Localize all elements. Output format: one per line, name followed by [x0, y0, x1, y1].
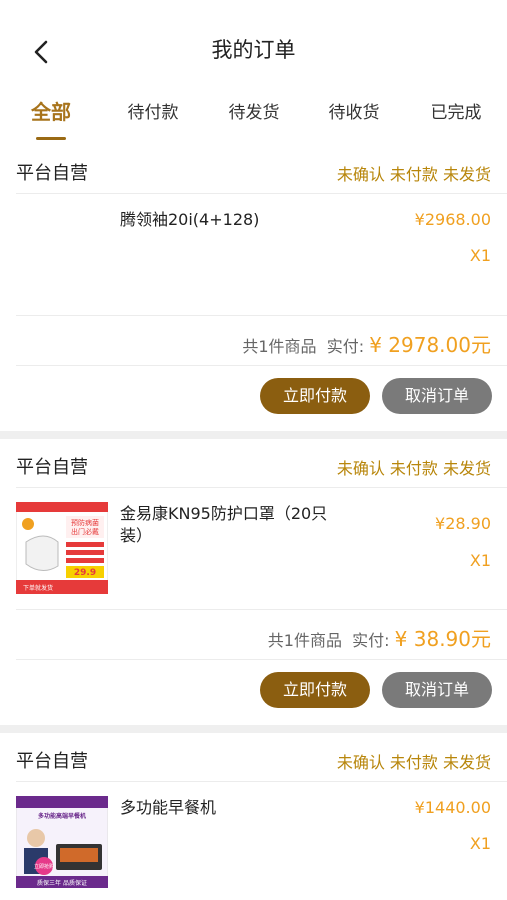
- thumb-text-bottom: 下单就发货: [23, 584, 53, 592]
- product-quantity: X1: [469, 834, 491, 853]
- cancel-order-button[interactable]: 取消订单: [382, 672, 492, 708]
- order-tabs: 全部 待付款 待发货 待收货 已完成: [0, 92, 507, 144]
- item-count: 共1件商品: [267, 631, 342, 650]
- product-name[interactable]: 金易康KN95防护口罩（20只装）: [120, 503, 340, 547]
- product-thumbnail-mask[interactable]: 预防病菌 出门必戴 29.9 下单就发货: [15, 501, 109, 595]
- divider: [16, 193, 507, 194]
- paid-amount: ¥ 38.90元: [394, 627, 491, 651]
- order-summary: 共1件商品 实付: ¥ 2978.00元: [242, 329, 491, 358]
- shop-name: 平台自营: [16, 457, 88, 478]
- thumb-price: 29.9: [74, 568, 96, 578]
- thumb-text-top: 预防病菌: [71, 518, 99, 527]
- navigation-bar: 我的订单: [0, 0, 507, 100]
- tab-all[interactable]: 全部: [6, 96, 96, 125]
- order-card[interactable]: 平台自营 未确认 未付款 未发货 多功能高端早餐机 立即抢购 质保三年 品质保证…: [0, 733, 507, 900]
- divider: [16, 315, 507, 316]
- tab-completed[interactable]: 已完成: [411, 98, 501, 123]
- paid-amount: ¥ 2978.00元: [369, 333, 491, 357]
- card-separator: [0, 725, 507, 733]
- order-status: 未确认 未付款 未发货: [336, 165, 491, 184]
- cancel-order-button[interactable]: 取消订单: [382, 378, 492, 414]
- pay-now-button[interactable]: 立即付款: [260, 672, 370, 708]
- paid-label: 实付:: [326, 337, 365, 356]
- paid-label: 实付:: [352, 631, 390, 650]
- product-name[interactable]: 腾领袖20i(4+128): [120, 209, 340, 231]
- item-count: 共1件商品: [242, 337, 317, 356]
- shop-name: 平台自营: [16, 163, 88, 184]
- product-quantity: X1: [469, 246, 491, 265]
- card-separator: [0, 431, 507, 439]
- product-quantity: X1: [469, 551, 491, 570]
- order-card[interactable]: 平台自营 未确认 未付款 未发货 预防病菌 出门必戴 29.9 下单就发货 金易…: [0, 439, 507, 725]
- divider: [16, 365, 507, 366]
- product-price: ¥2968.00: [414, 210, 491, 229]
- thumb-text-mid: 出门必戴: [71, 527, 99, 536]
- order-card[interactable]: 平台自营 未确认 未付款 未发货 腾领袖20i(4+128) ¥2968.00 …: [0, 145, 507, 431]
- shop-name: 平台自营: [16, 751, 88, 772]
- thumb-badge: 立即抢购: [34, 863, 54, 870]
- divider: [16, 659, 507, 660]
- divider: [16, 487, 507, 488]
- order-summary: 共1件商品 实付: ¥ 38.90元: [268, 623, 491, 652]
- product-thumbnail-breakfast-machine[interactable]: 多功能高端早餐机 立即抢购 质保三年 品质保证: [15, 795, 109, 889]
- thumb-text-top: 多功能高端早餐机: [38, 812, 86, 820]
- tab-pending-payment[interactable]: 待付款: [108, 98, 198, 123]
- page-title: 我的订单: [211, 38, 296, 62]
- divider: [16, 781, 507, 782]
- product-price: ¥28.90: [435, 514, 491, 533]
- product-name[interactable]: 多功能早餐机: [120, 797, 340, 819]
- pay-now-button[interactable]: 立即付款: [260, 378, 370, 414]
- product-price: ¥1440.00: [414, 798, 491, 817]
- active-tab-indicator: [36, 137, 66, 140]
- order-status: 未确认 未付款 未发货: [336, 459, 491, 478]
- thumb-text-bottom: 质保三年 品质保证: [37, 879, 87, 887]
- tab-pending-shipment[interactable]: 待发货: [209, 98, 299, 123]
- divider: [16, 609, 507, 610]
- tab-pending-receipt[interactable]: 待收货: [309, 98, 399, 123]
- order-status: 未确认 未付款 未发货: [336, 753, 491, 772]
